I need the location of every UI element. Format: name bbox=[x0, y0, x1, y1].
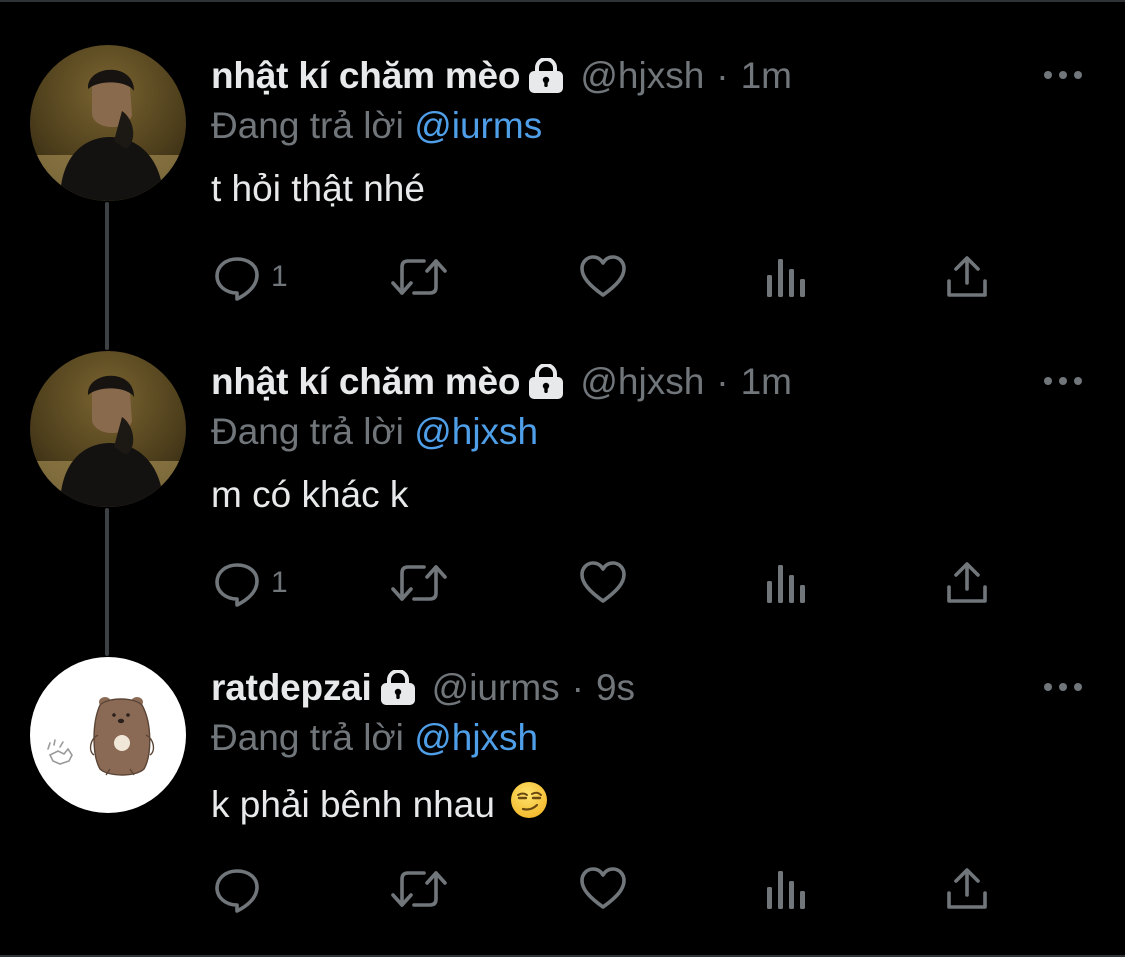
display-name[interactable]: ratdepzai bbox=[211, 667, 372, 709]
retweet-button[interactable] bbox=[390, 864, 448, 914]
views-button[interactable] bbox=[765, 558, 809, 608]
tweet-text: k phải bênh nhau bbox=[211, 783, 495, 825]
separator: · bbox=[716, 55, 729, 96]
share-button[interactable] bbox=[945, 252, 989, 302]
tweet-text: m có khác k bbox=[211, 474, 409, 515]
timestamp[interactable]: 1m bbox=[741, 361, 792, 403]
views-button[interactable] bbox=[765, 864, 809, 914]
analytics-icon bbox=[767, 871, 805, 909]
reply-icon bbox=[215, 257, 259, 301]
display-name[interactable]: nhật kí chăm mèo bbox=[211, 55, 521, 97]
mention-link[interactable]: @iurms bbox=[414, 105, 542, 146]
handle[interactable]: @hjxsh bbox=[580, 55, 704, 97]
tweet-thread: nhật kí chăm mèo @hjxsh · 1m Đang trả lờ… bbox=[0, 0, 1125, 957]
avatar[interactable] bbox=[30, 657, 186, 813]
tweet-text-row: k phải bênh nhau bbox=[211, 780, 549, 829]
replying-prefix: Đang trả lời bbox=[211, 105, 404, 146]
reply-icon bbox=[215, 563, 259, 607]
handle[interactable]: @iurms bbox=[432, 667, 560, 709]
share-button[interactable] bbox=[945, 558, 989, 608]
replying-to: Đang trả lời @hjxsh bbox=[211, 411, 538, 453]
tweet[interactable]: nhật kí chăm mèo @hjxsh · 1m Đang trả lờ… bbox=[0, 308, 1125, 614]
timestamp[interactable]: 9s bbox=[596, 667, 635, 709]
avatar-photo bbox=[30, 351, 186, 507]
more-icon[interactable] bbox=[1040, 366, 1086, 396]
tweet-header: nhật kí chăm mèo @hjxsh · 1m bbox=[211, 359, 792, 405]
lock-icon bbox=[380, 670, 416, 706]
heart-icon bbox=[580, 561, 626, 603]
avatar-bear-illustration bbox=[30, 657, 186, 813]
smirking-face-emoji bbox=[509, 780, 549, 829]
replying-prefix: Đang trả lời bbox=[211, 717, 404, 758]
heart-icon bbox=[580, 255, 626, 297]
views-button[interactable] bbox=[765, 252, 809, 302]
separator: · bbox=[571, 667, 584, 708]
lock-icon bbox=[528, 364, 564, 400]
lock-icon bbox=[528, 58, 564, 94]
display-name[interactable]: nhật kí chăm mèo bbox=[211, 361, 521, 403]
handle[interactable]: @hjxsh bbox=[580, 361, 704, 403]
analytics-icon bbox=[767, 259, 805, 297]
like-button[interactable] bbox=[579, 558, 627, 608]
mention-link[interactable]: @hjxsh bbox=[414, 717, 538, 758]
share-icon bbox=[947, 256, 987, 297]
action-bar: 1 bbox=[0, 558, 1125, 608]
tweet-header: nhật kí chăm mèo @hjxsh · 1m bbox=[211, 53, 792, 99]
separator: · bbox=[716, 361, 729, 402]
reply-count: 1 bbox=[271, 566, 288, 599]
avatar[interactable] bbox=[30, 45, 186, 201]
avatar-photo bbox=[30, 45, 186, 201]
avatar[interactable] bbox=[30, 351, 186, 507]
reply-button[interactable] bbox=[213, 864, 271, 914]
more-icon[interactable] bbox=[1040, 60, 1086, 90]
tweet[interactable]: ratdepzai @iurms · 9s Đang trả lời @hjxs… bbox=[0, 614, 1125, 920]
mention-link[interactable]: @hjxsh bbox=[414, 411, 538, 452]
reply-button[interactable]: 1 bbox=[213, 252, 288, 302]
analytics-icon bbox=[767, 565, 805, 603]
share-button[interactable] bbox=[945, 864, 989, 914]
retweet-icon bbox=[391, 259, 447, 295]
like-button[interactable] bbox=[579, 864, 627, 914]
replying-to: Đang trả lời @hjxsh bbox=[211, 717, 538, 759]
reply-count: 1 bbox=[271, 260, 288, 293]
action-bar bbox=[0, 864, 1125, 914]
retweet-button[interactable] bbox=[390, 558, 448, 608]
retweet-icon bbox=[391, 565, 447, 601]
like-button[interactable] bbox=[579, 252, 627, 302]
share-icon bbox=[947, 868, 987, 909]
tweet-text: t hỏi thật nhé bbox=[211, 168, 425, 209]
tweet[interactable]: nhật kí chăm mèo @hjxsh · 1m Đang trả lờ… bbox=[0, 2, 1125, 308]
action-bar: 1 bbox=[0, 252, 1125, 302]
reply-button[interactable]: 1 bbox=[213, 558, 288, 608]
replying-prefix: Đang trả lời bbox=[211, 411, 404, 452]
share-icon bbox=[947, 562, 987, 603]
retweet-icon bbox=[391, 871, 447, 907]
replying-to: Đang trả lời @iurms bbox=[211, 105, 542, 147]
tweet-header: ratdepzai @iurms · 9s bbox=[211, 665, 635, 711]
more-icon[interactable] bbox=[1040, 672, 1086, 702]
timestamp[interactable]: 1m bbox=[741, 55, 792, 97]
reply-icon bbox=[215, 869, 259, 913]
retweet-button[interactable] bbox=[390, 252, 448, 302]
heart-icon bbox=[580, 867, 626, 909]
